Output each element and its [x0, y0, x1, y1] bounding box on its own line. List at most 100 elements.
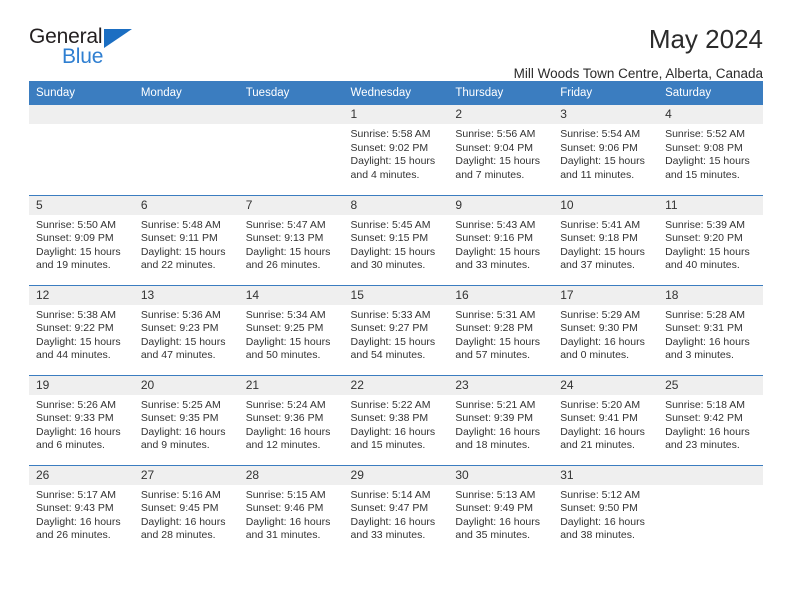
daylight-duration-line2: and 33 minutes. — [350, 529, 426, 542]
calendar-day-cell[interactable]: 5 Sunrise: 5:50 AM Sunset: 9:09 PM Daylight… — [29, 194, 134, 285]
sunrise-time: Sunrise: 5:50 AM — [36, 218, 116, 231]
calendar-day-cell[interactable]: 14 Sunrise: 5:34 AM Sunset: 9:25 PM Dayligh… — [238, 284, 344, 375]
daylight-duration-line1: Daylight: 15 hours — [245, 245, 331, 258]
calendar-day-cell[interactable]: 20 Sunrise: 5:25 AM Sunset: 9:35 PM Dayligh… — [133, 374, 239, 465]
sunrise-time: Sunrise: 5:25 AM — [140, 398, 221, 411]
sunrise-time: Sunrise: 5:26 AM — [36, 398, 116, 411]
calendar-day-cell[interactable]: 15 Sunrise: 5:33 AM Sunset: 9:27 PM Dayligh… — [343, 284, 449, 375]
calendar-day-cell[interactable]: 4 Sunrise: 5:52 AM Sunset: 9:08 PM Daylight… — [658, 105, 763, 195]
calendar-day-cell[interactable]: 16 Sunrise: 5:31 AM Sunset: 9:28 PM Dayligh… — [448, 284, 554, 375]
calendar-day-cell[interactable]: 21 Sunrise: 5:24 AM Sunset: 9:36 PM Dayligh… — [238, 374, 344, 465]
logo-text-blue: Blue — [62, 45, 104, 68]
day-number: 27 — [133, 465, 239, 485]
daylight-duration-line1: Daylight: 16 hours — [455, 515, 541, 528]
calendar-week-row: 19 Sunrise: 5:26 AM Sunset: 9:33 PM Dayligh… — [29, 374, 763, 465]
sunrise-time: Sunrise: 5:38 AM — [36, 308, 116, 321]
day-details: Sunrise: 5:41 AM Sunset: 9:18 PM Daylight:… — [553, 215, 658, 273]
calendar-day-cell[interactable]: 11 Sunrise: 5:39 AM Sunset: 9:20 PM Dayligh… — [658, 194, 763, 285]
day-details: Sunrise: 5:15 AM Sunset: 9:46 PM Daylight:… — [239, 485, 344, 543]
calendar-day-cell[interactable]: 28 Sunrise: 5:15 AM Sunset: 9:46 PM Dayligh… — [238, 464, 344, 555]
calendar-day-cell[interactable]: 6 Sunrise: 5:48 AM Sunset: 9:11 PM Daylight… — [133, 194, 239, 285]
day-number: 14 — [238, 285, 344, 305]
sunrise-time: Sunrise: 5:18 AM — [665, 398, 746, 411]
daylight-duration-line1: Daylight: 16 hours — [245, 425, 331, 438]
calendar-day-cell[interactable]: 17 Sunrise: 5:29 AM Sunset: 9:30 PM Dayligh… — [553, 284, 659, 375]
calendar-day-cell[interactable]: 23 Sunrise: 5:21 AM Sunset: 9:39 PM Dayligh… — [448, 374, 554, 465]
day-details: Sunrise: 5:12 AM Sunset: 9:50 PM Daylight:… — [553, 485, 658, 543]
sunset-time: Sunset: 9:18 PM — [560, 232, 638, 245]
page-subtitle: Mill Woods Town Centre, Alberta, Canada — [513, 66, 763, 82]
sunrise-time: Sunrise: 5:36 AM — [140, 308, 221, 321]
day-number: 25 — [658, 375, 763, 395]
daylight-duration-line2: and 18 minutes. — [455, 439, 531, 452]
sunset-time: Sunset: 9:49 PM — [455, 502, 534, 515]
daylight-duration-line2: and 26 minutes. — [245, 259, 321, 272]
sunset-time: Sunset: 9:45 PM — [140, 502, 219, 515]
day-number: 10 — [553, 195, 659, 215]
calendar-day-cell[interactable]: 10 Sunrise: 5:41 AM Sunset: 9:18 PM Dayligh… — [553, 194, 659, 285]
daylight-duration-line1: Daylight: 16 hours — [350, 425, 436, 438]
calendar-day-cell[interactable]: 22 Sunrise: 5:22 AM Sunset: 9:38 PM Dayligh… — [343, 374, 449, 465]
calendar-day-cell[interactable]: 27 Sunrise: 5:16 AM Sunset: 9:45 PM Dayligh… — [133, 464, 239, 555]
daylight-duration-line2: and 50 minutes. — [245, 349, 321, 362]
calendar-day-cell[interactable]: 29 Sunrise: 5:14 AM Sunset: 9:47 PM Dayligh… — [343, 464, 449, 555]
sunrise-time: Sunrise: 5:16 AM — [140, 488, 221, 501]
daylight-duration-line1: Daylight: 16 hours — [350, 515, 436, 528]
daylight-duration-line1: Daylight: 15 hours — [455, 155, 541, 168]
day-number: 20 — [133, 375, 239, 395]
calendar-day-cell[interactable]: 31 Sunrise: 5:12 AM Sunset: 9:50 PM Dayligh… — [553, 464, 659, 555]
generalblue-logo[interactable]: General Blue — [29, 26, 144, 72]
daylight-duration-line1: Daylight: 16 hours — [140, 425, 226, 438]
sunset-time: Sunset: 9:36 PM — [245, 412, 324, 425]
sunset-time: Sunset: 9:43 PM — [36, 502, 114, 515]
daylight-duration-line1: Daylight: 16 hours — [665, 425, 750, 438]
weekday-header-friday: Friday — [553, 81, 659, 105]
calendar-day-cell[interactable]: 8 Sunrise: 5:45 AM Sunset: 9:15 PM Daylight… — [343, 194, 449, 285]
day-number: 16 — [448, 285, 554, 305]
daylight-duration-line2: and 4 minutes. — [350, 168, 420, 181]
calendar-day-cell[interactable]: 3 Sunrise: 5:54 AM Sunset: 9:06 PM Daylight… — [553, 105, 659, 195]
calendar-day-cell[interactable]: 30 Sunrise: 5:13 AM Sunset: 9:49 PM Dayligh… — [448, 464, 554, 555]
calendar-day-cell[interactable]: 9 Sunrise: 5:43 AM Sunset: 9:16 PM Daylight… — [448, 194, 554, 285]
daylight-duration-line2: and 35 minutes. — [455, 529, 531, 542]
weekday-header-monday: Monday — [133, 81, 239, 105]
sunrise-time: Sunrise: 5:17 AM — [36, 488, 116, 501]
daylight-duration-line2: and 54 minutes. — [350, 349, 426, 362]
sunset-time: Sunset: 9:31 PM — [665, 322, 743, 335]
calendar-day-cell[interactable]: 26 Sunrise: 5:17 AM Sunset: 9:43 PM Dayligh… — [29, 464, 134, 555]
day-details: Sunrise: 5:29 AM Sunset: 9:30 PM Daylight:… — [553, 305, 658, 363]
calendar-day-cell[interactable]: 2 Sunrise: 5:56 AM Sunset: 9:04 PM Daylight… — [448, 105, 554, 195]
calendar-day-cell[interactable]: 13 Sunrise: 5:36 AM Sunset: 9:23 PM Dayligh… — [133, 284, 239, 375]
sunset-time: Sunset: 9:42 PM — [665, 412, 743, 425]
day-number — [658, 465, 763, 485]
sunrise-time: Sunrise: 5:41 AM — [560, 218, 641, 231]
daylight-duration-line1: Daylight: 16 hours — [560, 335, 645, 348]
calendar-day-cell[interactable]: 12 Sunrise: 5:38 AM Sunset: 9:22 PM Dayligh… — [29, 284, 134, 375]
calendar-day-cell[interactable]: 7 Sunrise: 5:47 AM Sunset: 9:13 PM Daylight… — [238, 194, 344, 285]
calendar-day-cell[interactable]: 24 Sunrise: 5:20 AM Sunset: 9:41 PM Dayligh… — [553, 374, 659, 465]
daylight-duration-line2: and 22 minutes. — [140, 259, 216, 272]
calendar-day-cell[interactable]: 19 Sunrise: 5:26 AM Sunset: 9:33 PM Dayligh… — [29, 374, 134, 465]
calendar-body: 1 Sunrise: 5:58 AM Sunset: 9:02 PM Daylight… — [29, 105, 763, 555]
logo-text-general: General — [29, 25, 103, 48]
calendar-day-cell[interactable]: 18 Sunrise: 5:28 AM Sunset: 9:31 PM Dayligh… — [658, 284, 763, 375]
daylight-duration-line2: and 12 minutes. — [245, 439, 321, 452]
daylight-duration-line2: and 9 minutes. — [140, 439, 210, 452]
daylight-duration-line2: and 11 minutes. — [560, 168, 635, 181]
calendar-day-cell[interactable]: 1 Sunrise: 5:58 AM Sunset: 9:02 PM Daylight… — [343, 105, 449, 195]
day-details: Sunrise: 5:25 AM Sunset: 9:35 PM Daylight:… — [134, 395, 239, 453]
day-number: 5 — [29, 195, 134, 215]
day-number: 17 — [553, 285, 659, 305]
day-details: Sunrise: 5:28 AM Sunset: 9:31 PM Daylight:… — [658, 305, 763, 363]
sunrise-time: Sunrise: 5:21 AM — [455, 398, 536, 411]
sunset-time: Sunset: 9:30 PM — [560, 322, 638, 335]
day-number: 6 — [133, 195, 239, 215]
daylight-duration-line1: Daylight: 16 hours — [36, 515, 121, 528]
day-details: Sunrise: 5:48 AM Sunset: 9:11 PM Daylight:… — [134, 215, 239, 273]
sunrise-time: Sunrise: 5:52 AM — [665, 128, 746, 140]
sunrise-time: Sunrise: 5:12 AM — [560, 488, 641, 501]
calendar-day-cell[interactable]: 25 Sunrise: 5:18 AM Sunset: 9:42 PM Dayligh… — [658, 374, 763, 465]
daylight-duration-line2: and 37 minutes. — [560, 259, 635, 272]
daylight-duration-line1: Daylight: 15 hours — [350, 155, 436, 168]
daylight-duration-line1: Daylight: 15 hours — [560, 245, 645, 258]
